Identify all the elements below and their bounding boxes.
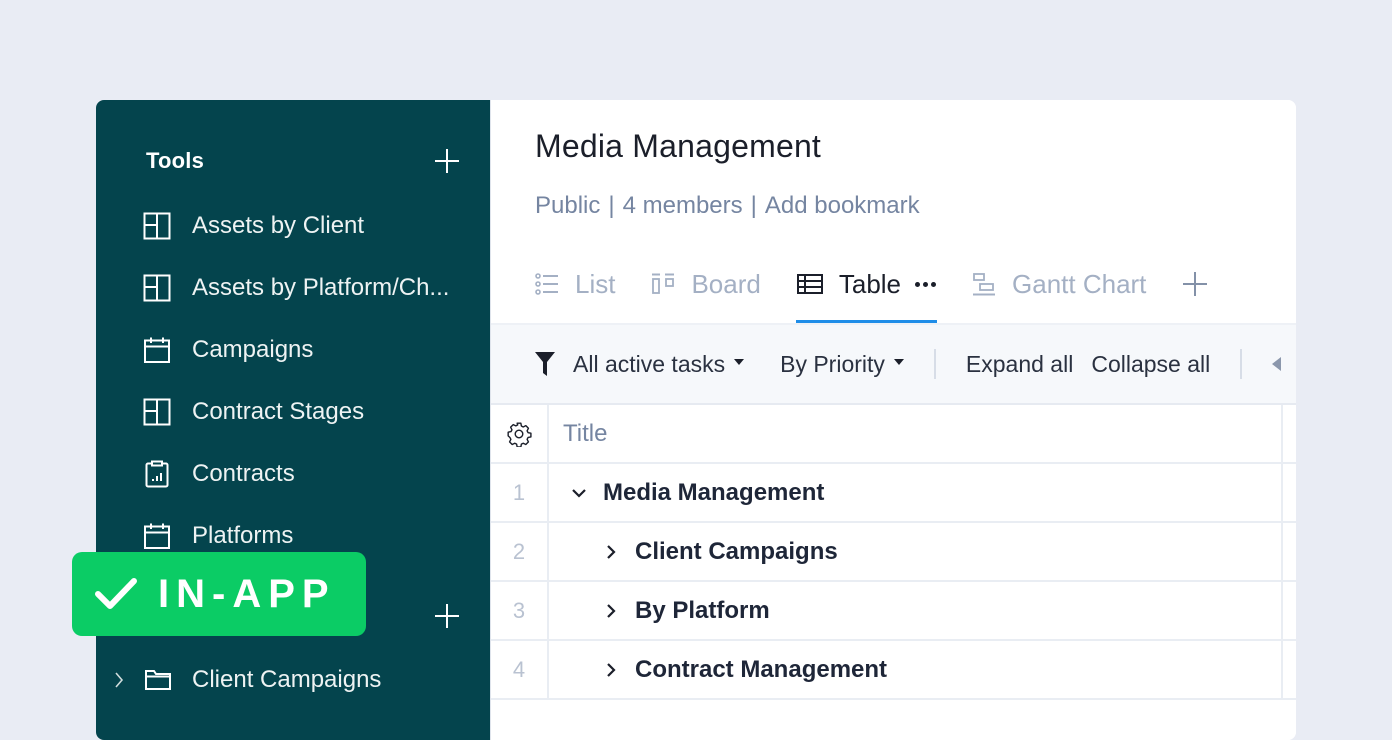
filter-label: All active tasks bbox=[573, 350, 726, 377]
badge-label: IN-APP bbox=[158, 571, 336, 616]
table-toolbar: All active tasks By Priority Expand all … bbox=[491, 325, 1296, 405]
sidebar-item-label: Campaigns bbox=[192, 336, 314, 363]
row-title: Client Campaigns bbox=[635, 537, 838, 565]
row-number: 3 bbox=[491, 582, 549, 639]
row-title-cell[interactable]: Client Campaigns bbox=[549, 523, 1283, 580]
caret-down-icon bbox=[734, 359, 745, 365]
chevron-down-icon[interactable] bbox=[567, 488, 591, 498]
group-by-label: By Priority bbox=[780, 350, 885, 377]
task-table: Title 1 Media Management 2 Client Campai… bbox=[491, 405, 1296, 700]
add-view-button[interactable] bbox=[1182, 260, 1208, 308]
folder-icon bbox=[144, 668, 174, 692]
column-header-title[interactable]: Title bbox=[549, 405, 1283, 462]
table-header-row: Title bbox=[491, 405, 1296, 464]
tab-list[interactable]: List bbox=[535, 260, 615, 308]
meta-separator: | bbox=[608, 192, 615, 219]
expand-all-button[interactable]: Expand all bbox=[966, 351, 1073, 378]
add-tool-plus-icon[interactable] bbox=[434, 148, 460, 174]
in-app-badge: IN-APP bbox=[72, 552, 366, 636]
expand-all-label: Expand all bbox=[965, 350, 1074, 377]
tools-section-header: Tools bbox=[146, 148, 460, 174]
row-title: Contract Management bbox=[635, 655, 888, 683]
sidebar-item-assets-by-platform[interactable]: Assets by Platform/Ch... bbox=[142, 268, 472, 308]
page-title: Media Management bbox=[535, 128, 822, 164]
chevron-right-icon[interactable] bbox=[599, 603, 623, 619]
folder-label: Client Campaigns bbox=[192, 666, 382, 693]
row-title-cell[interactable]: By Platform bbox=[549, 582, 1283, 639]
table-row[interactable]: 4 Contract Management bbox=[491, 641, 1296, 700]
add-bookmark-link[interactable]: Add bookmark bbox=[765, 192, 920, 220]
table-settings-gear-icon[interactable] bbox=[491, 405, 549, 462]
calendar-icon bbox=[142, 521, 172, 551]
row-title: Media Management bbox=[603, 478, 825, 506]
list-icon bbox=[535, 273, 559, 295]
meta-separator: | bbox=[750, 192, 757, 219]
sidebar-item-assets-by-client[interactable]: Assets by Client bbox=[142, 206, 472, 246]
tab-board[interactable]: Board bbox=[651, 260, 761, 308]
tab-gantt-chart[interactable]: Gantt Chart bbox=[972, 260, 1146, 308]
sidebar: Tools Assets by Client Assets by Platfor… bbox=[96, 100, 490, 740]
group-by-dropdown[interactable]: By Priority bbox=[780, 351, 904, 378]
board-icon bbox=[142, 273, 172, 303]
row-number: 4 bbox=[491, 641, 549, 698]
sidebar-item-label: Assets by Client bbox=[192, 212, 365, 239]
row-number: 2 bbox=[491, 523, 549, 580]
main-panel: Media Management Public | 4 members | Ad… bbox=[490, 100, 1296, 740]
project-meta: Public | 4 members | Add bookmark bbox=[535, 192, 920, 220]
tab-table[interactable]: Table bbox=[795, 260, 938, 323]
collapse-all-label: Collapse all bbox=[1091, 350, 1211, 377]
arrow-left-icon[interactable] bbox=[1272, 357, 1282, 371]
filter-dropdown[interactable]: All active tasks bbox=[535, 350, 745, 378]
row-title: By Platform bbox=[635, 596, 770, 624]
table-row[interactable]: 1 Media Management bbox=[491, 464, 1296, 523]
members-link[interactable]: 4 members bbox=[623, 192, 743, 220]
row-number: 1 bbox=[491, 464, 549, 521]
row-title-cell[interactable]: Media Management bbox=[549, 464, 1283, 521]
board-view-icon bbox=[651, 273, 675, 295]
tab-label: Board bbox=[691, 268, 761, 299]
board-icon bbox=[142, 397, 172, 427]
sidebar-item-campaigns[interactable]: Campaigns bbox=[142, 330, 472, 370]
tab-label: Table bbox=[838, 268, 902, 299]
app-window: Tools Assets by Client Assets by Platfor… bbox=[96, 100, 1296, 740]
toolbar-divider bbox=[933, 349, 936, 379]
plus-icon bbox=[1183, 272, 1208, 296]
toolbar-divider bbox=[1240, 349, 1243, 379]
sidebar-item-contract-stages[interactable]: Contract Stages bbox=[142, 392, 472, 432]
chevron-right-icon[interactable] bbox=[599, 544, 623, 560]
calendar-icon bbox=[142, 335, 172, 365]
checkmark-icon bbox=[94, 577, 138, 611]
table-row[interactable]: 3 By Platform bbox=[491, 582, 1296, 641]
gantt-icon bbox=[972, 272, 996, 296]
board-icon bbox=[142, 211, 172, 241]
table-icon bbox=[796, 274, 823, 294]
collapse-all-button[interactable]: Collapse all bbox=[1091, 351, 1210, 378]
view-tabs: List Board Table Gantt Chart bbox=[535, 260, 1208, 324]
row-title-cell[interactable]: Contract Management bbox=[549, 641, 1283, 698]
visibility-label[interactable]: Public bbox=[535, 192, 600, 220]
caret-down-icon bbox=[893, 359, 904, 365]
sidebar-item-label: Platforms bbox=[192, 522, 294, 549]
chevron-right-icon[interactable] bbox=[114, 671, 128, 689]
sidebar-item-label: Contract Stages bbox=[192, 398, 365, 425]
tab-label: List bbox=[575, 268, 616, 299]
tools-header-label: Tools bbox=[146, 148, 205, 173]
sidebar-item-label: Assets by Platform/Ch... bbox=[192, 274, 450, 301]
more-options-icon[interactable] bbox=[915, 281, 937, 287]
filter-icon bbox=[535, 352, 555, 376]
sidebar-item-contracts[interactable]: Contracts bbox=[142, 454, 472, 494]
add-folder-plus-icon[interactable] bbox=[434, 603, 460, 629]
report-icon bbox=[142, 459, 172, 489]
chevron-right-icon[interactable] bbox=[599, 662, 623, 678]
sidebar-item-platforms[interactable]: Platforms bbox=[142, 516, 472, 556]
sidebar-item-label: Contracts bbox=[192, 460, 295, 487]
table-row[interactable]: 2 Client Campaigns bbox=[491, 523, 1296, 582]
sidebar-folder-client-campaigns[interactable]: Client Campaigns bbox=[114, 660, 474, 700]
tab-label: Gantt Chart bbox=[1012, 268, 1147, 299]
